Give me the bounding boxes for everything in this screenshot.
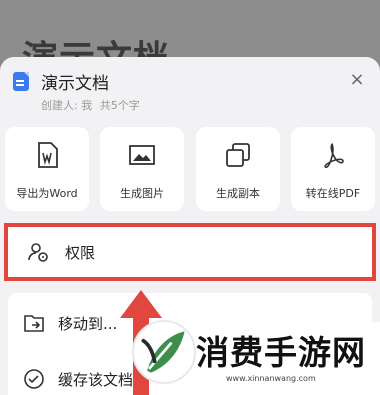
convert-pdf-button[interactable]: 转在线PDF <box>291 127 375 211</box>
permission-highlight: 权限 <box>4 223 376 281</box>
watermark-url: www.xinnanwang.com <box>226 374 316 383</box>
user-permission-icon <box>28 243 48 262</box>
move-folder-icon <box>24 315 44 332</box>
move-to-label: 移动到... <box>58 315 118 333</box>
action-grid: 导出为Word 生成图片 生成副本 转在线PDF <box>5 127 375 211</box>
document-meta: 创建人: 我 共5个字 <box>41 97 140 113</box>
image-icon <box>129 145 155 165</box>
leaf-logo-icon <box>141 331 185 373</box>
permission-item[interactable]: 权限 <box>13 232 367 272</box>
cache-check-icon <box>24 369 44 389</box>
generate-image-button[interactable]: 生成图片 <box>100 127 184 211</box>
action-label: 生成图片 <box>120 187 164 200</box>
pdf-icon <box>324 143 344 169</box>
copy-icon <box>226 143 250 167</box>
watermark: 消费手游网 www.xinnanwang.com <box>126 316 380 395</box>
watermark-logo <box>132 320 196 384</box>
creator-label: 创建人: 我 <box>41 99 93 112</box>
action-label: 转在线PDF <box>305 187 361 200</box>
document-icon <box>13 72 29 91</box>
generate-copy-button[interactable]: 生成副本 <box>196 127 280 211</box>
watermark-text: 消费手游网 <box>196 333 366 372</box>
modal-overlay[interactable] <box>0 0 380 60</box>
action-label: 导出为Word <box>16 187 78 200</box>
permission-label: 权限 <box>65 244 96 262</box>
word-count: 共5个字 <box>99 99 140 112</box>
close-icon: × <box>349 69 365 90</box>
sheet-title: 演示文档 <box>41 74 109 94</box>
word-icon <box>38 142 58 168</box>
action-label: 生成副本 <box>216 187 260 200</box>
export-word-button[interactable]: 导出为Word <box>5 127 89 211</box>
close-button[interactable]: × <box>346 69 368 91</box>
